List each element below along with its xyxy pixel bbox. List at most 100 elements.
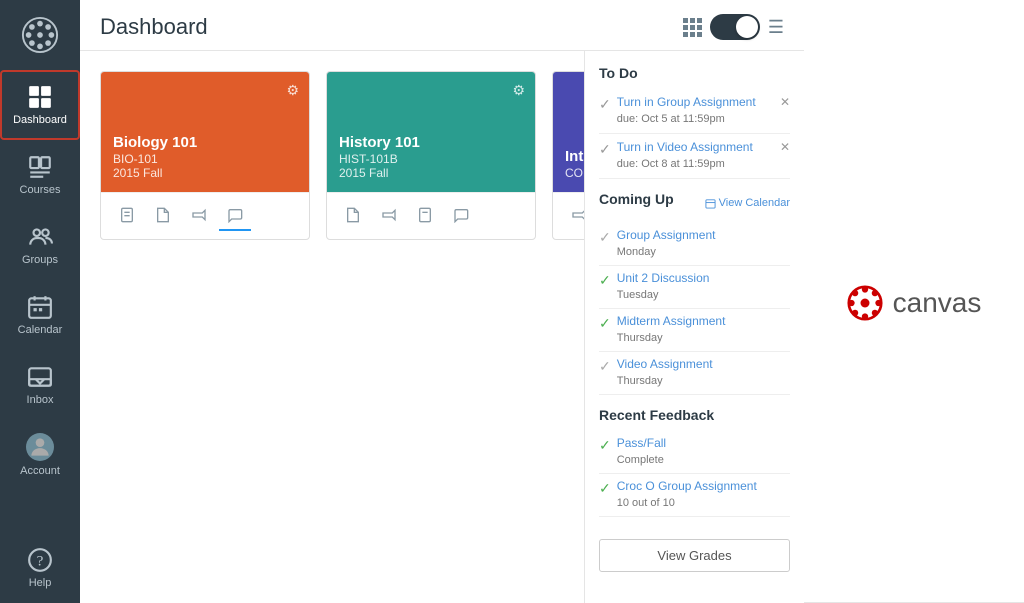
todo-text-1: Turn in Video Assignment due: Oct 8 at 1… [617, 140, 774, 172]
sidebar-item-help[interactable]: ? Help [0, 533, 80, 603]
course-gear-bio101[interactable]: ⚙ [286, 82, 299, 99]
sidebar-item-account-label: Account [20, 465, 60, 477]
sidebar-logo [0, 0, 80, 70]
todo-link-1[interactable]: Turn in Video Assignment [617, 140, 774, 154]
feedback-text-0: Pass/Fall Complete [617, 436, 790, 468]
svg-text:?: ? [37, 552, 44, 569]
canvas-logo-panel: canvas [804, 0, 1024, 603]
courses-area: ⚙ Biology 101 BIO-101 2015 Fall [80, 51, 584, 603]
course-name-bio101: Biology 101 [113, 134, 297, 152]
view-grades-button[interactable]: View Grades [599, 539, 790, 572]
coming-link-3[interactable]: Video Assignment [617, 357, 790, 371]
recent-feedback-title: Recent Feedback [599, 407, 790, 423]
todo-section: To Do ✓ Turn in Group Assignment due: Oc… [599, 65, 790, 179]
course-card-bio101: ⚙ Biology 101 BIO-101 2015 Fall [100, 71, 310, 240]
todo-check-icon-0: ✓ [599, 96, 611, 113]
sidebar-item-account[interactable]: Account [0, 420, 80, 490]
course-card-comm1010: ⚙ Intro to Communications COMM 1010 [552, 71, 584, 240]
coming-up-section: Coming Up View Calendar ✓ Group Assignme… [599, 191, 790, 395]
course-header-hist101: ⚙ History 101 HIST-101B 2015 Fall [327, 72, 535, 192]
coming-link-1[interactable]: Unit 2 Discussion [617, 271, 790, 285]
feedback-link-0[interactable]: Pass/Fall [617, 436, 790, 450]
coming-day-0: Monday [617, 246, 656, 258]
course-gear-hist101[interactable]: ⚙ [512, 82, 525, 99]
sidebar-item-dashboard[interactable]: Dashboard [0, 70, 80, 140]
feedback-item-1: ✓ Croc O Group Assignment 10 out of 10 [599, 474, 790, 517]
feedback-sub-1: 10 out of 10 [617, 497, 675, 509]
toggle-knob [736, 16, 758, 38]
courses-grid: ⚙ Biology 101 BIO-101 2015 Fall [100, 71, 564, 240]
course-card-hist101: ⚙ History 101 HIST-101B 2015 Fall [326, 71, 536, 240]
todo-title: To Do [599, 65, 790, 81]
body-area: ⚙ Biology 101 BIO-101 2015 Fall [80, 51, 804, 603]
sidebar-item-groups-label: Groups [22, 254, 58, 266]
sidebar-item-dashboard-label: Dashboard [13, 114, 67, 126]
view-toggle[interactable] [710, 14, 760, 40]
course-code-hist101: HIST-101B [339, 152, 523, 166]
course-files-icon-hist101[interactable] [337, 201, 369, 231]
coming-text-3: Video Assignment Thursday [617, 357, 790, 389]
sidebar-item-calendar-label: Calendar [18, 324, 63, 336]
sidebar-item-courses[interactable]: Courses [0, 140, 80, 210]
sidebar-item-calendar[interactable]: Calendar [0, 280, 80, 350]
course-footer-comm1010 [553, 192, 584, 239]
sidebar-item-courses-label: Courses [20, 184, 61, 196]
right-panel: To Do ✓ Turn in Group Assignment due: Oc… [584, 51, 804, 603]
coming-text-2: Midterm Assignment Thursday [617, 314, 790, 346]
sidebar-item-groups[interactable]: Groups [0, 210, 80, 280]
todo-due-0: due: Oct 5 at 11:59pm [617, 113, 725, 125]
feedback-link-1[interactable]: Croc O Group Assignment [617, 479, 790, 493]
course-footer-hist101 [327, 192, 535, 239]
main-content: Dashboard ☰ ⚙ Biology 101 B [80, 0, 804, 603]
canvas-logo-inner: canvas [847, 285, 982, 321]
recent-feedback-section: Recent Feedback ✓ Pass/Fall Complete ✓ C… [599, 407, 790, 517]
grid-view-icon[interactable] [683, 18, 702, 37]
todo-check-icon-1: ✓ [599, 141, 611, 158]
coming-up-title: Coming Up [599, 191, 674, 207]
feedback-text-1: Croc O Group Assignment 10 out of 10 [617, 479, 790, 511]
coming-item-0: ✓ Group Assignment Monday [599, 223, 790, 266]
course-announcements-icon-bio101[interactable] [183, 201, 215, 231]
course-discussions-icon-bio101[interactable] [219, 201, 251, 231]
todo-item-0: ✓ Turn in Group Assignment due: Oct 5 at… [599, 89, 790, 134]
coming-text-0: Group Assignment Monday [617, 228, 790, 260]
course-code-bio101: BIO-101 [113, 152, 297, 166]
feedback-sub-0: Complete [617, 454, 664, 466]
coming-link-0[interactable]: Group Assignment [617, 228, 790, 242]
course-name-comm1010: Intro to Communications [565, 148, 584, 166]
page-title: Dashboard [100, 14, 683, 40]
coming-day-2: Thursday [617, 332, 663, 344]
canvas-logo-text: canvas [893, 287, 982, 319]
course-announcements-icon-comm1010[interactable] [563, 201, 584, 231]
course-term-hist101: 2015 Fall [339, 166, 523, 180]
course-term-bio101: 2015 Fall [113, 166, 297, 180]
course-files-icon-bio101[interactable] [147, 201, 179, 231]
header-controls: ☰ [683, 14, 784, 40]
coming-item-1: ✓ Unit 2 Discussion Tuesday [599, 266, 790, 309]
coming-check-icon-2: ✓ [599, 315, 611, 332]
coming-check-icon-1: ✓ [599, 272, 611, 289]
course-announcements-icon-hist101[interactable] [373, 201, 405, 231]
canvas-logo-svg [847, 285, 883, 321]
course-name-hist101: History 101 [339, 134, 523, 152]
todo-close-1[interactable]: ✕ [780, 140, 790, 154]
course-footer-bio101 [101, 192, 309, 239]
view-calendar-link[interactable]: View Calendar [705, 197, 790, 209]
course-code-comm1010: COMM 1010 [565, 166, 584, 180]
coming-link-2[interactable]: Midterm Assignment [617, 314, 790, 328]
course-discussions-icon-hist101[interactable] [445, 201, 477, 231]
sidebar-item-inbox-label: Inbox [27, 394, 54, 406]
sidebar-help-label: Help [29, 577, 52, 589]
coming-check-icon-0: ✓ [599, 229, 611, 246]
course-assignments-icon-hist101[interactable] [409, 201, 441, 231]
todo-text-0: Turn in Group Assignment due: Oct 5 at 1… [617, 95, 774, 127]
coming-text-1: Unit 2 Discussion Tuesday [617, 271, 790, 303]
feedback-check-icon-1: ✓ [599, 480, 611, 497]
coming-up-header: Coming Up View Calendar [599, 191, 790, 215]
todo-link-0[interactable]: Turn in Group Assignment [617, 95, 774, 109]
sidebar-item-inbox[interactable]: Inbox [0, 350, 80, 420]
course-assignments-icon-bio101[interactable] [111, 201, 143, 231]
coming-day-1: Tuesday [617, 289, 659, 301]
todo-close-0[interactable]: ✕ [780, 95, 790, 109]
menu-icon[interactable]: ☰ [768, 17, 784, 38]
